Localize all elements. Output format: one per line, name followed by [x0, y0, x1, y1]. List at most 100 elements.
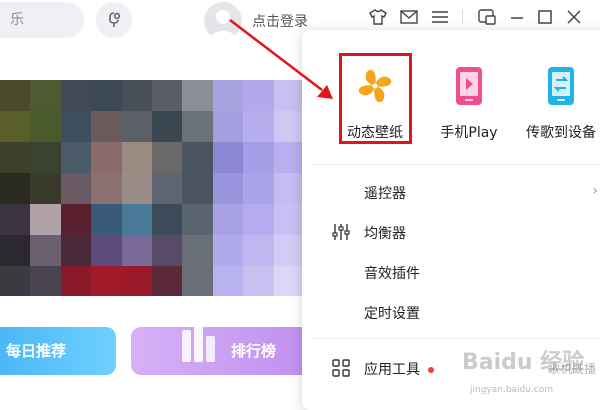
- banner-mosaic-cell: [60, 204, 92, 235]
- banner-mosaic-cell: [243, 80, 275, 111]
- banner-mosaic-cell: [182, 204, 214, 235]
- banner-mosaic-cell: [273, 266, 304, 296]
- banner-mosaic-cell: [212, 173, 244, 204]
- close-button[interactable]: [562, 6, 586, 28]
- banner-mosaic-cell: [212, 142, 244, 173]
- banner-mosaic-cell: [0, 142, 31, 173]
- banner-mosaic-cell: [273, 111, 304, 142]
- banner-mosaic-cell: [91, 235, 123, 266]
- avatar[interactable]: [204, 2, 242, 40]
- banner-mosaic-cell: [273, 173, 304, 204]
- banner-mosaic-cell: [152, 80, 183, 111]
- banner-mosaic-cell: [182, 266, 214, 296]
- banner-mosaic-cell: [121, 80, 153, 111]
- banner-mosaic-cell: [182, 173, 214, 204]
- new-badge-dot: [428, 367, 434, 373]
- tile-transfer-to-device[interactable]: 传歌到设备: [506, 64, 600, 142]
- close-icon: [567, 10, 581, 24]
- voice-search-button[interactable]: [96, 2, 132, 38]
- banner-mosaic-cell: [30, 266, 62, 296]
- skin-icon: [369, 9, 387, 25]
- banner-mosaic-cell: [212, 235, 244, 266]
- banner-mosaic-cell: [212, 266, 244, 296]
- menu-item-label: 音效插件: [364, 266, 420, 282]
- banner-mosaic-cell: [0, 111, 31, 142]
- banner-mosaic-cell: [91, 80, 123, 111]
- banner-mosaic-cell: [243, 111, 275, 142]
- watermark-url: jingyan.baidu.com: [470, 385, 554, 395]
- menu-item-sound-plugin[interactable]: 音效插件: [330, 258, 600, 286]
- banner-mosaic-cell: [243, 173, 275, 204]
- banner-mosaic-cell: [152, 266, 183, 296]
- banner-mosaic-cell: [212, 80, 244, 111]
- banner-mosaic-cell: [91, 173, 123, 204]
- phone-transfer-icon: [548, 67, 574, 105]
- menu-item-remote[interactable]: 遥控器 ›: [330, 178, 600, 206]
- watermark-side: 歌机既播: [548, 362, 597, 376]
- banner-image[interactable]: [0, 80, 304, 296]
- main-menu-button[interactable]: [428, 6, 452, 28]
- banner-mosaic-cell: [30, 235, 62, 266]
- banner-mosaic-cell: [243, 235, 275, 266]
- banner-mosaic-cell: [243, 266, 275, 296]
- banner-mosaic-cell: [182, 111, 214, 142]
- banner-mosaic-cell: [30, 142, 62, 173]
- menu-item-equalizer[interactable]: 均衡器: [330, 218, 600, 246]
- skin-button[interactable]: [366, 6, 390, 28]
- mail-icon: [400, 10, 418, 24]
- banner-mosaic-cell: [30, 80, 62, 111]
- menu-item-label: 应用工具: [364, 359, 434, 379]
- banner-mosaic-cell: [60, 235, 92, 266]
- ranking-bars-icon: [182, 324, 215, 362]
- banner-mosaic-cell: [121, 173, 153, 204]
- banner-mosaic-cell: [243, 204, 275, 235]
- menu-item-label: 遥控器: [364, 186, 406, 202]
- banner-mosaic-cell: [0, 173, 31, 204]
- banner-mosaic-cell: [30, 111, 62, 142]
- banner-mosaic-cell: [243, 142, 275, 173]
- banner-mosaic-cell: [91, 204, 123, 235]
- login-link[interactable]: 点击登录: [252, 11, 308, 31]
- banner-mosaic-cell: [91, 142, 123, 173]
- banner-mosaic-cell: [0, 266, 31, 296]
- banner-mosaic-cell: [60, 80, 92, 111]
- banner-mosaic-cell: [212, 111, 244, 142]
- daily-recommend-card[interactable]: 每日推荐: [0, 327, 116, 375]
- equalizer-icon: [332, 224, 350, 240]
- banner-mosaic-cell: [182, 235, 214, 266]
- mini-mode-button[interactable]: [475, 6, 499, 28]
- search-input[interactable]: 乐: [0, 2, 84, 38]
- menu-item-timer[interactable]: 定时设置: [330, 298, 600, 326]
- toolbar-divider: [462, 10, 463, 24]
- banner-mosaic-cell: [60, 173, 92, 204]
- messages-button[interactable]: [397, 6, 421, 28]
- menu-divider: [312, 164, 600, 165]
- banner-mosaic-cell: [273, 235, 304, 266]
- banner-mosaic-cell: [91, 111, 123, 142]
- banner-mosaic-cell: [121, 111, 153, 142]
- highlight-box: [339, 53, 412, 144]
- banner-mosaic-cell: [121, 235, 153, 266]
- mic-icon: [109, 12, 121, 27]
- banner-mosaic-cell: [273, 80, 304, 111]
- banner-mosaic-cell: [121, 204, 153, 235]
- banner-mosaic-cell: [182, 80, 214, 111]
- menu-divider: [312, 338, 600, 339]
- banner-mosaic-cell: [121, 142, 153, 173]
- phone-play-icon: [456, 67, 482, 105]
- ranking-card[interactable]: 排行榜: [131, 327, 311, 375]
- banner-mosaic-cell: [212, 204, 244, 235]
- banner-mosaic-cell: [60, 142, 92, 173]
- user-silhouette-icon: [209, 10, 237, 40]
- banner-mosaic-cell: [152, 111, 183, 142]
- banner-mosaic-cell: [152, 173, 183, 204]
- banner-mosaic-cell: [273, 204, 304, 235]
- banner-mosaic-cell: [0, 204, 31, 235]
- chevron-right-icon: ›: [592, 183, 598, 199]
- banner-mosaic-cell: [152, 235, 183, 266]
- minimize-button[interactable]: [505, 6, 529, 28]
- menu-item-label: 定时设置: [364, 306, 420, 322]
- maximize-button[interactable]: [533, 6, 557, 28]
- banner-mosaic-cell: [91, 266, 123, 296]
- minimize-icon: [511, 17, 523, 19]
